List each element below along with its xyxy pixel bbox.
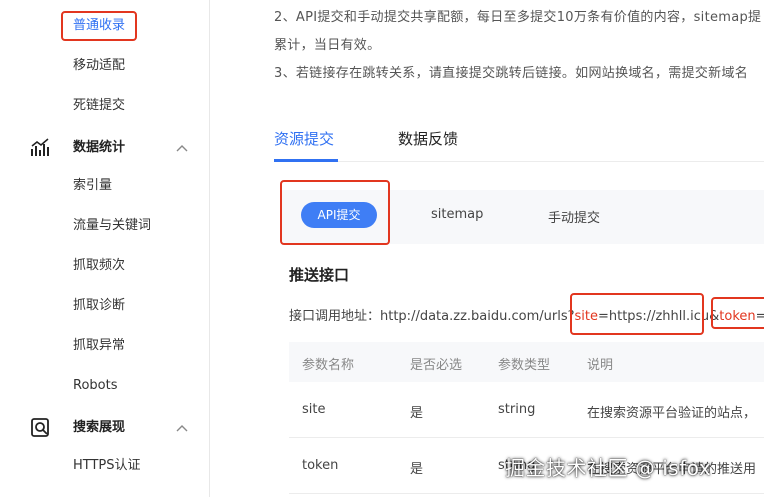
sidebar-group-stats[interactable]: 数据统计 [30,137,195,159]
watermark: 掘金技术社区 @ isfox [505,456,712,480]
required-cell: 是 [410,462,424,477]
tab-resource-submit[interactable]: 资源提交 [274,128,334,149]
main-content: 2、API提交和手动提交共享配额，每日至多提交10万条有价值的内容，sitema… [210,0,764,497]
sidebar-item-mobile-adapt[interactable]: 移动适配 [73,57,125,75]
tab-data-feedback[interactable]: 数据反馈 [398,128,458,149]
chevron-up-icon[interactable] [175,141,189,155]
table-header: 参数名称 是否必选 参数类型 说明 [289,342,764,382]
col-param-type: 参数类型 [498,358,551,373]
sidebar-item-crawl-errors[interactable]: 抓取异常 [73,337,125,355]
col-param-name: 参数名称 [302,358,355,373]
subtab-sitemap[interactable]: sitemap [431,207,483,222]
sidebar-item-index-count[interactable]: 索引量 [73,177,112,195]
table-row: site 是 string 在搜索资源平台验证的站点， [289,382,764,438]
search-doc-icon [30,417,52,439]
bar-chart-icon [30,137,52,159]
col-description: 说明 [587,358,614,373]
highlight-box-normal-index [61,11,137,41]
sidebar-item-robots[interactable]: Robots [73,377,117,395]
sidebar-item-crawl-frequency[interactable]: 抓取频次 [73,257,125,275]
param-name-cell: token [302,458,339,473]
api-url-prefix: 接口调用地址：http://data.zz.baidu.com/urls? [289,309,575,324]
active-tab-indicator [274,159,338,162]
required-cell: 是 [410,406,424,421]
col-required: 是否必选 [410,358,463,373]
param-name-cell: site [302,402,326,417]
description-cell: 在搜索资源平台验证的站点， [587,406,757,421]
sidebar-item-traffic-keywords[interactable]: 流量与关键词 [73,217,151,235]
tab-divider [274,161,764,162]
sidebar-item-https[interactable]: HTTPS认证 [73,457,141,475]
chevron-up-icon[interactable] [175,421,189,435]
notice-line-1: 2、API提交和手动提交共享配额，每日至多提交10万条有价值的内容，sitema… [274,10,762,25]
sidebar-item-crawl-diagnosis[interactable]: 抓取诊断 [73,297,125,315]
subtab-manual-submit[interactable]: 手动提交 [548,207,600,226]
highlight-box-site-param [570,293,704,335]
sidebar: 普通收录 移动适配 死链提交 数据统计 索引量 流量与关键词 抓取频次 抓取诊断… [0,0,210,497]
sidebar-group-stats-label: 数据统计 [73,140,126,155]
highlight-box-token-param [711,297,764,329]
sidebar-group-search-label: 搜索展现 [73,420,126,435]
notice-line-2: 累计，当日有效。 [274,38,381,53]
type-cell: string [498,402,536,417]
sidebar-group-search[interactable]: 搜索展现 [30,417,195,439]
sidebar-item-dead-link[interactable]: 死链提交 [73,97,125,115]
notice-line-3: 3、若链接存在跳转关系，请直接提交跳转后链接。如网站换域名，需提交新域名 [274,66,749,81]
highlight-box-api-submit [280,180,390,245]
section-title-push-api: 推送接口 [289,266,350,284]
